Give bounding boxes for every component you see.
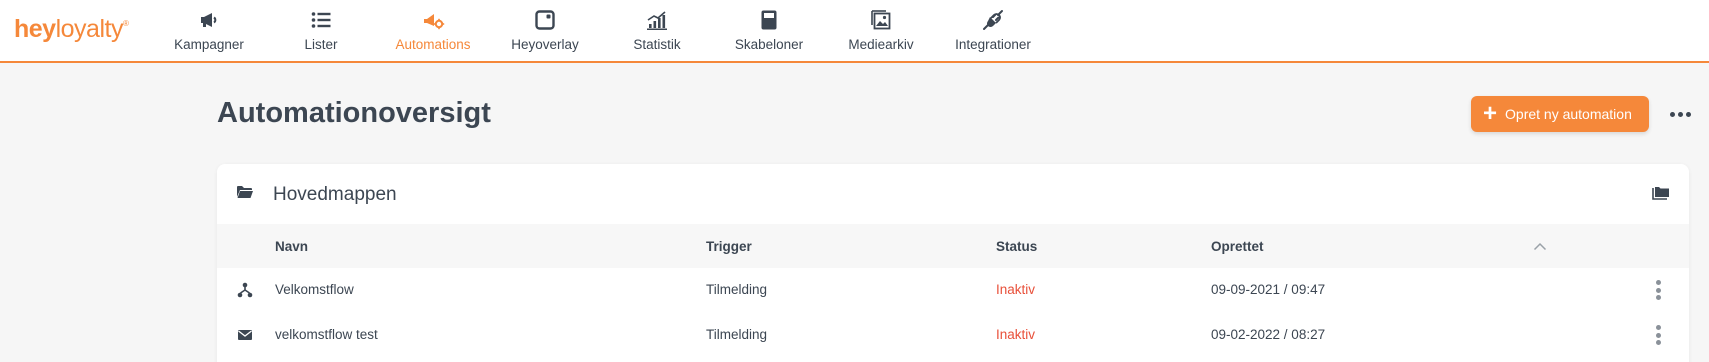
automation-name[interactable]: velkomstflow test xyxy=(275,327,378,342)
row-menu-button[interactable] xyxy=(1653,278,1663,302)
template-icon xyxy=(761,10,777,30)
media-icon xyxy=(871,10,891,30)
column-header-status[interactable]: Status xyxy=(996,239,1037,254)
create-automation-label: Opret ny automation xyxy=(1505,106,1632,122)
nav-label: Mediearkiv xyxy=(848,37,914,52)
created-date: 09-09-2021 / 09:47 xyxy=(1211,282,1326,297)
nav-label: Statistik xyxy=(633,37,681,52)
automation-trigger: Tilmelding xyxy=(706,327,768,342)
nav-label: Heyoverlay xyxy=(511,37,579,52)
nav-label: Integrationer xyxy=(955,37,1031,52)
kebab-icon xyxy=(1655,325,1661,330)
nav-item-kampagner[interactable]: Kampagner xyxy=(168,8,250,56)
automation-name[interactable]: Velkomstflow xyxy=(275,282,354,297)
nav-label: Skabeloner xyxy=(734,37,804,52)
table-row[interactable]: velkomstflow test Tilmelding Inaktiv 09-… xyxy=(217,313,1689,358)
nav-item-skabeloner[interactable]: Skabeloner xyxy=(734,8,804,56)
overlay-icon xyxy=(535,10,555,30)
row-menu-button[interactable] xyxy=(1653,323,1663,347)
column-header-trigger[interactable]: Trigger xyxy=(706,239,752,254)
nav-label: Kampagner xyxy=(174,37,244,52)
status-badge: Inaktiv xyxy=(996,327,1036,342)
table-row[interactable]: Velkomstflow Tilmelding Inaktiv 09-09-20… xyxy=(217,268,1689,313)
automation-icon xyxy=(424,14,445,30)
flow-icon xyxy=(237,282,253,298)
nav-item-statistik[interactable]: Statistik xyxy=(624,8,690,56)
plus-icon: + xyxy=(1483,100,1498,127)
automation-trigger: Tilmelding xyxy=(706,282,768,297)
envelope-icon xyxy=(238,330,252,340)
column-header-created[interactable]: Oprettet xyxy=(1211,239,1264,254)
more-options-button[interactable] xyxy=(1667,102,1693,126)
kebab-icon xyxy=(1655,280,1661,285)
chevron-up-icon[interactable] xyxy=(1533,241,1547,251)
page-title: Automationoversigt xyxy=(217,97,491,129)
folder-card: Hovedmappen Navn Trigger Status Oprettet… xyxy=(217,164,1689,362)
more-horizontal-icon xyxy=(1669,111,1675,117)
nav-item-mediearkiv[interactable]: Mediearkiv xyxy=(846,8,916,56)
nav-item-lister[interactable]: Lister xyxy=(282,8,360,56)
list-icon xyxy=(311,12,331,28)
status-badge: Inaktiv xyxy=(996,282,1036,297)
create-automation-button[interactable]: + Opret ny automation xyxy=(1471,96,1649,132)
chart-icon xyxy=(647,11,667,30)
nav-item-integrationer[interactable]: Integrationer xyxy=(950,8,1036,56)
folder-open-icon xyxy=(237,186,253,198)
heyloyalty-logo[interactable]: heyloyalty® xyxy=(14,15,129,44)
table-header: Navn Trigger Status Oprettet xyxy=(217,224,1689,268)
created-date: 09-02-2022 / 08:27 xyxy=(1211,327,1326,342)
top-navigation: heyloyalty® Kampagner Lister Automations… xyxy=(0,0,1709,63)
nav-label: Lister xyxy=(304,37,338,52)
plug-icon xyxy=(983,10,1003,30)
nav-item-heyoverlay[interactable]: Heyoverlay xyxy=(505,8,585,56)
folder-name: Hovedmappen xyxy=(273,184,397,205)
folders-icon[interactable] xyxy=(1652,185,1670,201)
nav-label: Automations xyxy=(395,37,471,52)
megaphone-icon xyxy=(201,13,217,27)
nav-item-automations[interactable]: Automations xyxy=(389,8,477,56)
column-header-name[interactable]: Navn xyxy=(275,239,308,254)
